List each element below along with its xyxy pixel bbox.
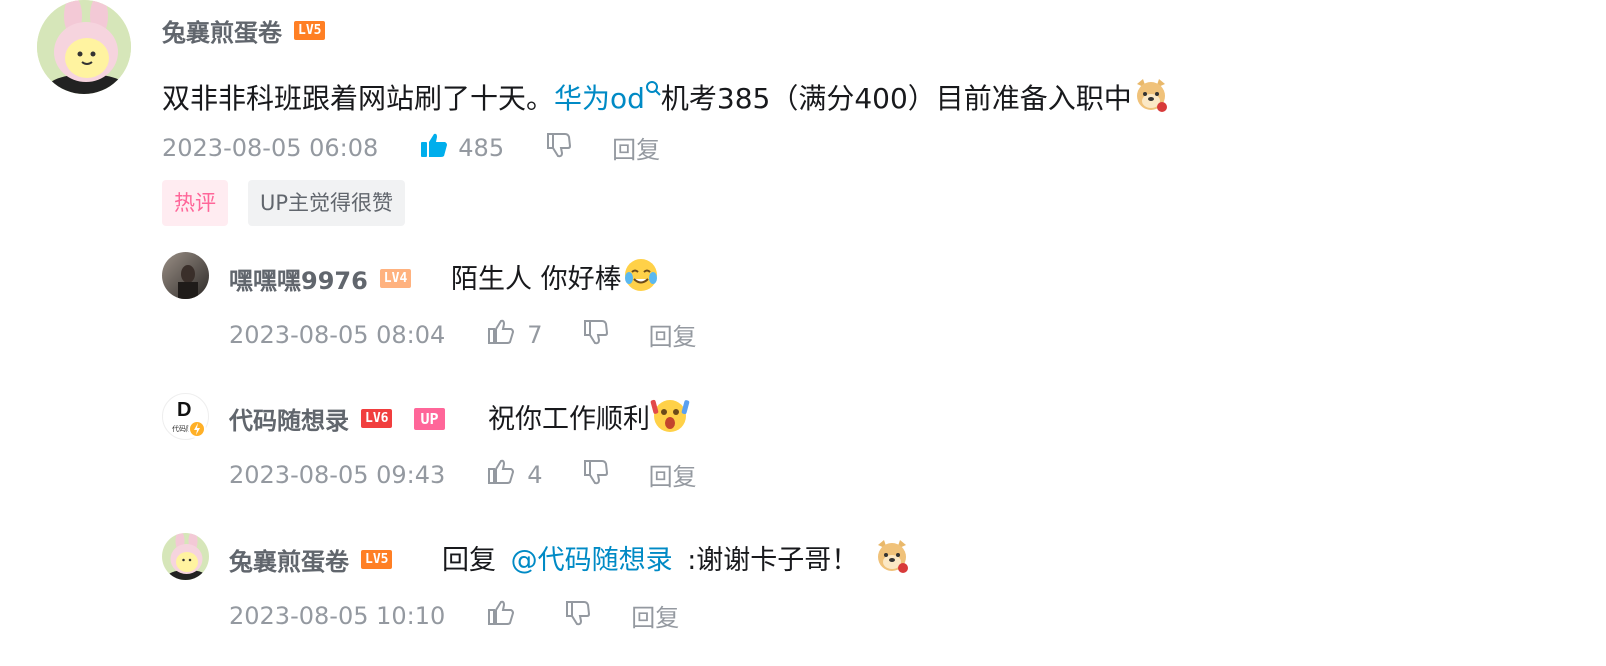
thumbs-up-icon	[488, 600, 515, 625]
thumbs-up-icon	[487, 458, 515, 492]
laugh-cry-emoji	[622, 256, 658, 292]
main-comment-timestamp: 2023-08-05 06:08	[162, 133, 379, 162]
reply-text-body: 陌生人 你好棒	[451, 264, 622, 295]
reply-text-body: :谢谢卡子哥！	[687, 545, 859, 576]
level-badge: LV5	[294, 21, 326, 40]
reply-text: 回复 @代码随想录 :谢谢卡子哥！	[442, 537, 909, 577]
reply-button[interactable]: 回复	[649, 457, 697, 492]
dislike-button[interactable]	[544, 131, 572, 165]
level-badge: LV4	[379, 269, 412, 288]
reply-username[interactable]: 嘿嘿嘿9976	[229, 261, 368, 296]
thumbs-down-icon	[583, 459, 608, 484]
like-button[interactable]	[487, 599, 515, 633]
hot-comment-tag: 热评	[162, 180, 228, 226]
thumbs-down-icon	[566, 600, 591, 625]
like-count: 4	[527, 460, 543, 489]
like-button[interactable]: 7	[487, 318, 543, 352]
search-link[interactable]: 华为od	[554, 80, 661, 115]
reply-button[interactable]: 回复	[612, 130, 660, 165]
thumbs-down-icon	[583, 319, 608, 344]
verified-icon	[188, 420, 206, 438]
avatar-letter: D	[177, 399, 192, 421]
reply-button[interactable]: 回复	[631, 598, 679, 633]
like-button[interactable]: 4	[487, 458, 543, 492]
dislike-button[interactable]	[581, 458, 609, 492]
reply-text-body: 祝你工作顺利	[488, 404, 650, 435]
doge-emoji	[873, 537, 909, 573]
comment-text-before: 双非非科班跟着网站刷了十天。	[162, 82, 555, 115]
reply-button[interactable]: 回复	[649, 317, 697, 352]
main-comment-text: 双非非科班跟着网站刷了十天。华为od 机考385（满分400）目前准备入职中	[162, 76, 1168, 117]
up-badge: UP	[414, 407, 445, 430]
reply-username[interactable]: 兔襄煎蛋卷	[229, 542, 349, 577]
reply-avatar[interactable]	[162, 533, 209, 580]
thumbs-down-icon	[547, 132, 572, 157]
search-icon	[645, 80, 661, 115]
reply-prefix: 回复	[442, 545, 496, 576]
shock-emoji	[650, 396, 690, 432]
like-count: 485	[458, 133, 505, 162]
reply-timestamp: 2023-08-05 10:10	[229, 601, 446, 630]
main-comment-username[interactable]: 兔襄煎蛋卷	[162, 13, 282, 48]
reply-timestamp: 2023-08-05 09:43	[229, 460, 446, 489]
up-liked-tag: UP主觉得很赞	[248, 180, 406, 226]
doge-emoji	[1132, 76, 1168, 112]
reply-avatar[interactable]	[162, 252, 209, 299]
reply-text: 祝你工作顺利	[488, 396, 690, 436]
dislike-button[interactable]	[581, 318, 609, 352]
thumbs-up-icon	[487, 318, 515, 352]
comment-text-after: 机考385（满分400）目前准备入职中	[660, 82, 1132, 115]
reply-username[interactable]: 代码随想录	[229, 401, 349, 436]
level-badge: LV5	[361, 550, 393, 569]
level-badge: LV6	[361, 409, 393, 428]
thumbs-up-icon	[420, 132, 448, 164]
reply-timestamp: 2023-08-05 08:04	[229, 320, 446, 349]
dislike-button[interactable]	[563, 599, 591, 633]
like-button[interactable]: 485	[420, 132, 504, 164]
like-count: 7	[527, 320, 543, 349]
reply-text: 陌生人 你好棒	[451, 256, 658, 296]
mention-link[interactable]: @代码随想录	[511, 545, 673, 576]
main-comment-avatar[interactable]	[37, 0, 131, 94]
